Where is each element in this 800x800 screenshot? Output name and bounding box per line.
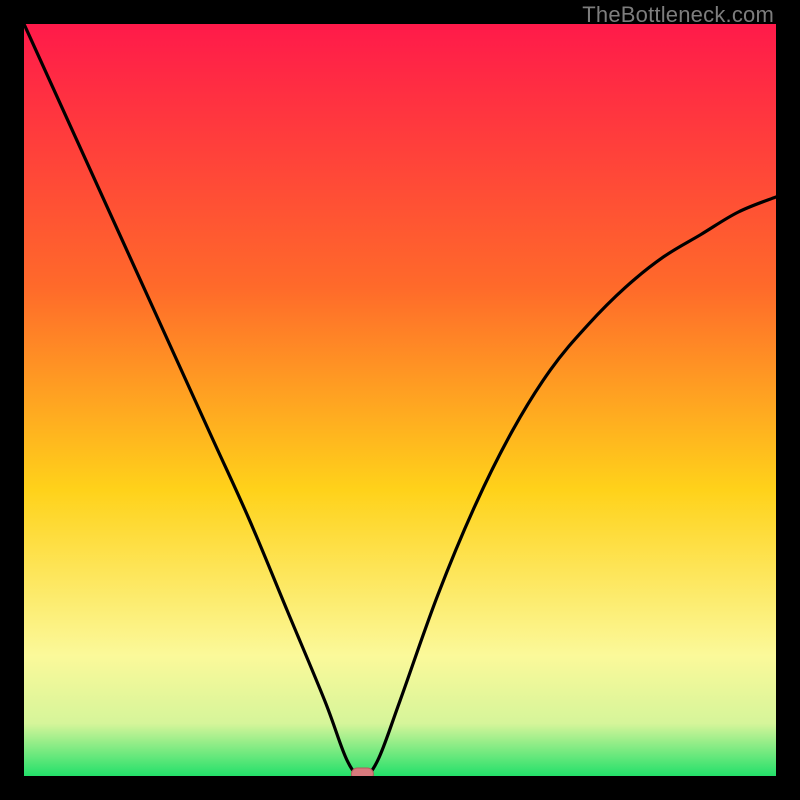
optimal-point-marker xyxy=(351,768,373,776)
gradient-background xyxy=(24,24,776,776)
watermark-text: TheBottleneck.com xyxy=(582,2,774,28)
bottleneck-plot xyxy=(24,24,776,776)
chart-frame xyxy=(24,24,776,776)
